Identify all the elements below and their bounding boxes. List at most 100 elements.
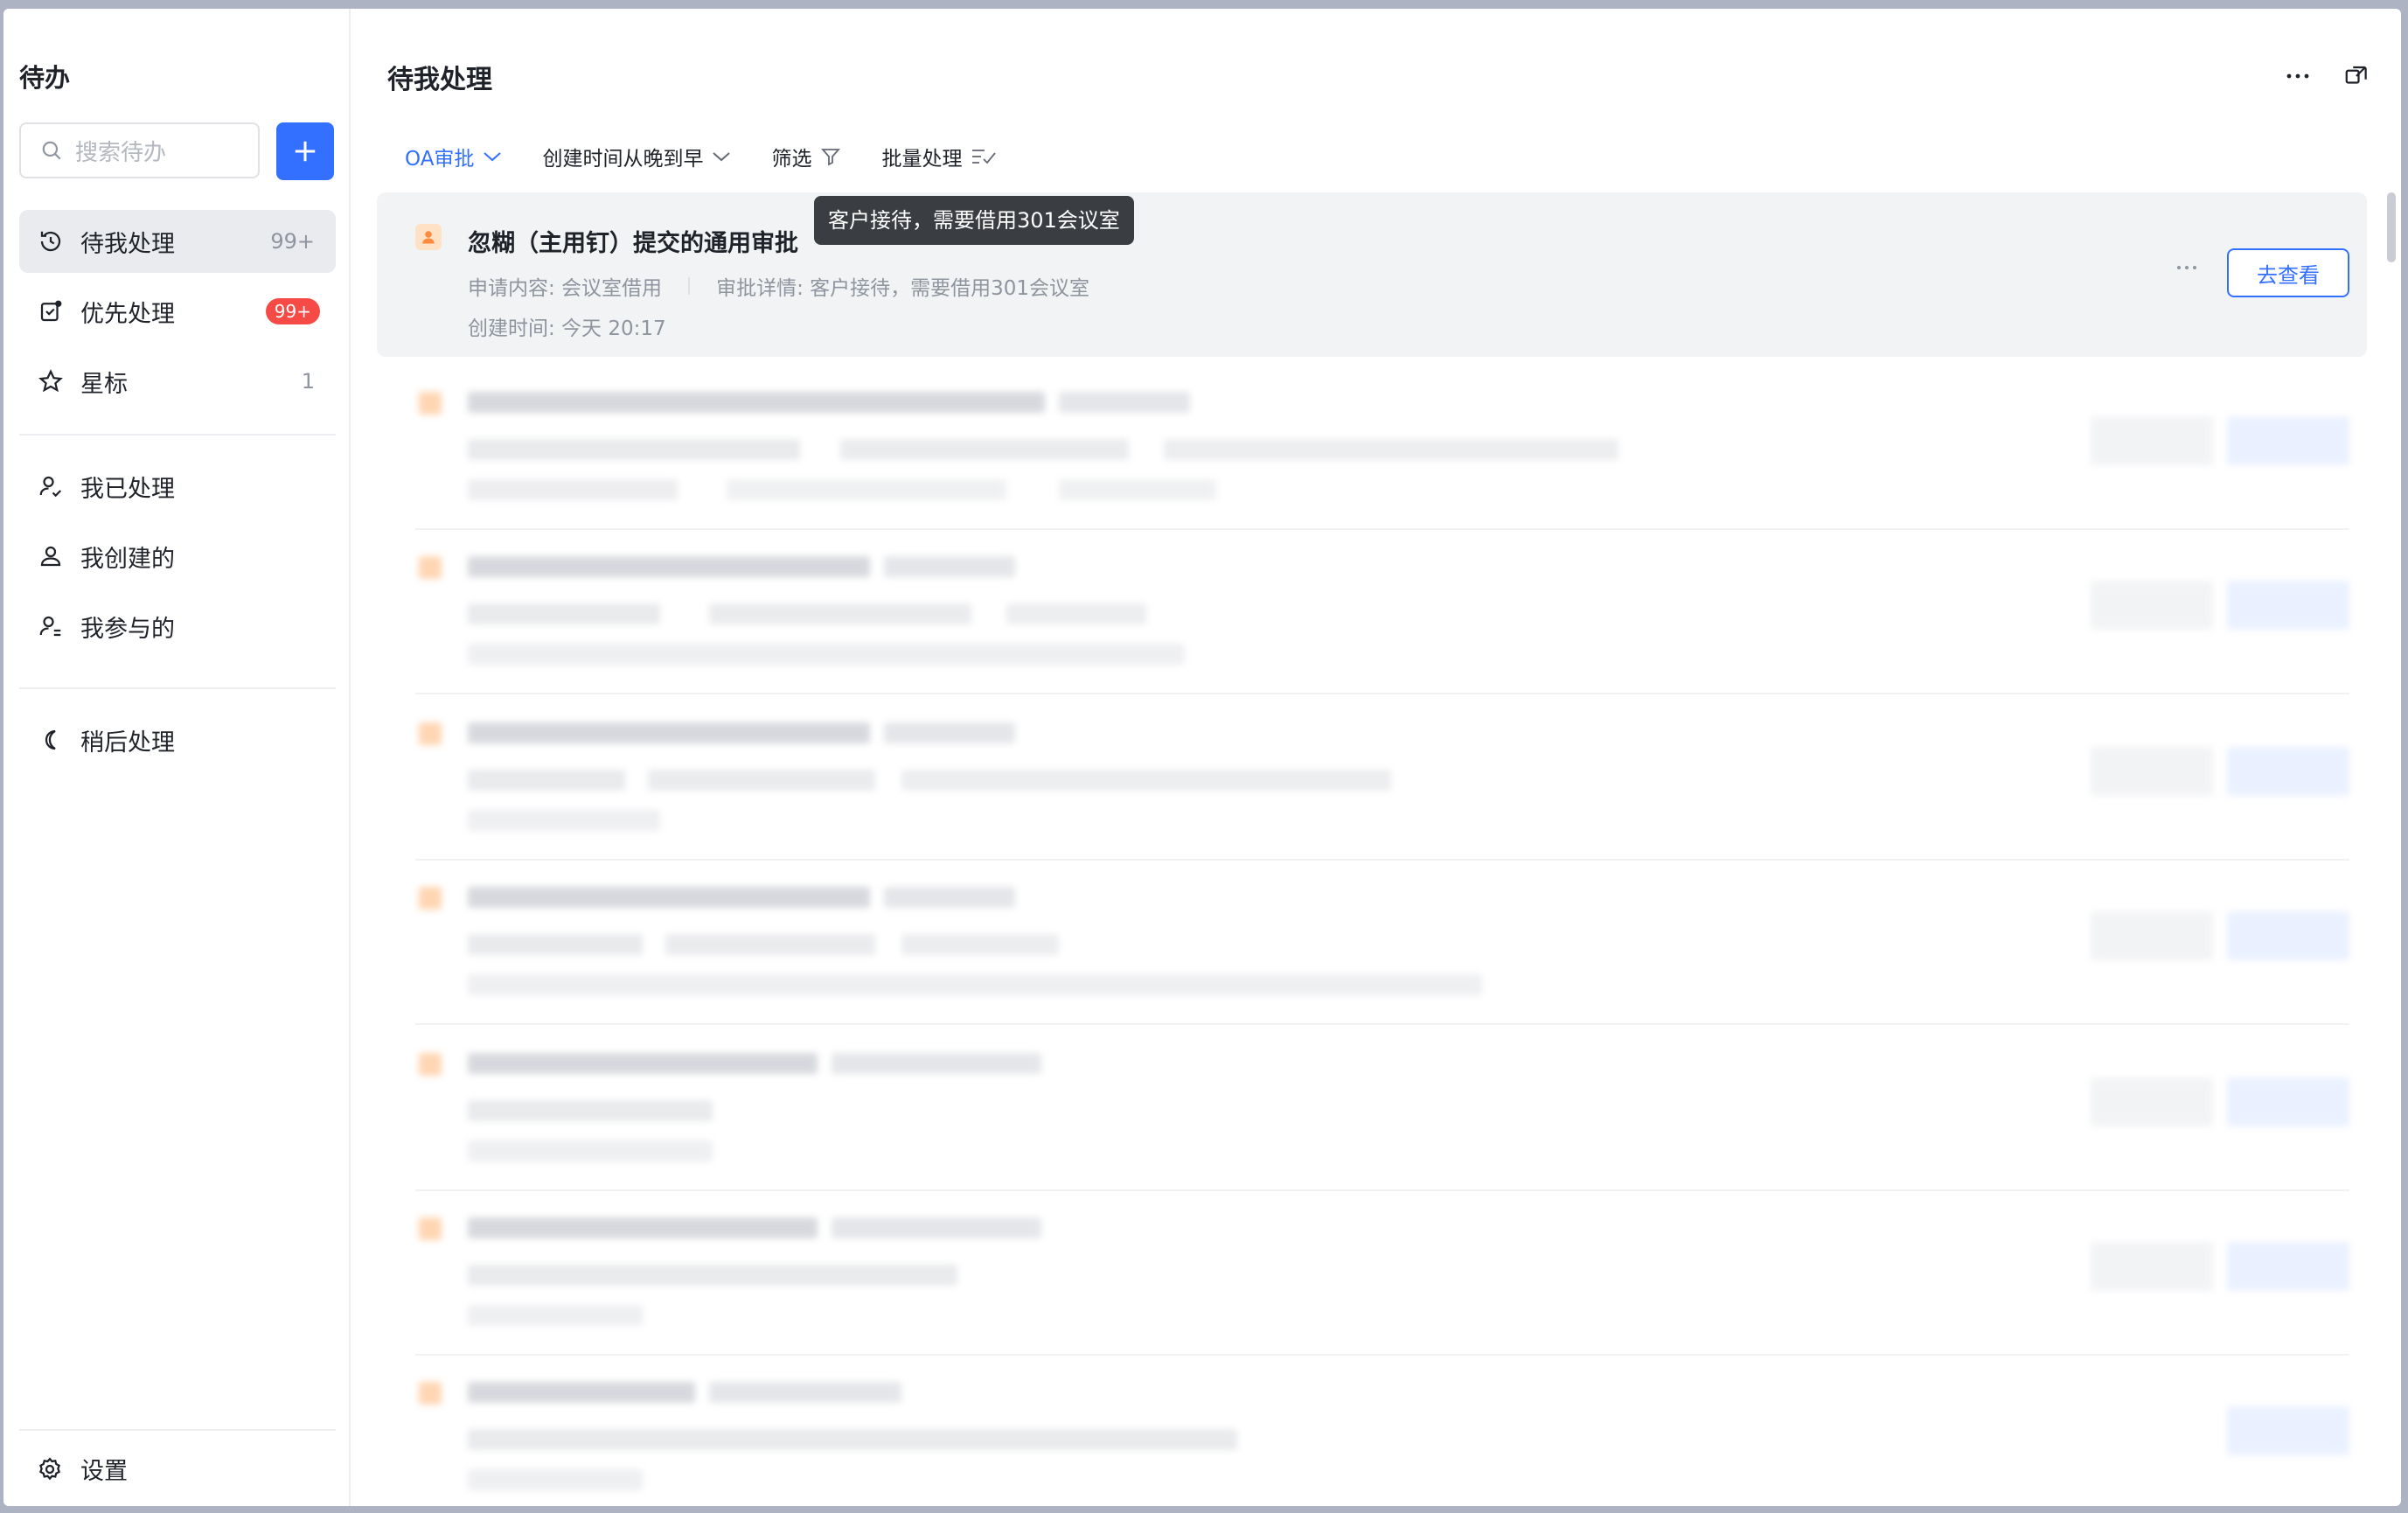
card-more-icon[interactable] <box>2176 264 2197 271</box>
blurred-action <box>2091 416 2213 465</box>
star-icon <box>35 366 66 397</box>
sort-dropdown[interactable]: 创建时间从晚到早 <box>542 142 731 171</box>
blurred-text <box>709 1382 901 1403</box>
blurred-text <box>468 1217 818 1238</box>
avatar-icon <box>419 392 442 415</box>
avatar-icon <box>419 1053 442 1076</box>
sidebar-item-participated[interactable]: 我参与的 <box>19 595 336 658</box>
todo-card-blurred[interactable] <box>377 1027 2367 1191</box>
avatar-icon <box>419 722 442 745</box>
blurred-content <box>377 530 2367 694</box>
todo-window: 待办 搜索待办 待我处理 99+ 优先处理 99+ 星标 1 我已处理 我创建的… <box>3 9 2401 1506</box>
more-icon[interactable] <box>2286 72 2310 80</box>
todo-card-blurred[interactable] <box>377 366 2367 530</box>
blurred-view-button <box>2227 911 2349 960</box>
blurred-action <box>2091 747 2213 796</box>
user-icon <box>35 540 66 572</box>
moon-icon <box>35 724 66 756</box>
page-title: 待我处理 <box>387 65 492 95</box>
sort-label: 创建时间从晚到早 <box>542 148 704 171</box>
blurred-text <box>468 603 660 624</box>
card-detail: 审批详情: 客户接待，需要借用301会议室 <box>716 277 1090 300</box>
filter-button[interactable]: 筛选 <box>771 142 841 171</box>
sidebar-item-starred[interactable]: 星标 1 <box>19 350 336 413</box>
view-button[interactable]: 去查看 <box>2227 248 2349 297</box>
todo-card[interactable]: 忽糊（主用钉）提交的通用审批 申请内容: 会议室借用 审批详情: 客户接待，需要… <box>377 192 2367 357</box>
sidebar-divider <box>19 434 336 436</box>
blurred-text <box>832 1053 1041 1074</box>
batch-check-icon <box>972 150 997 164</box>
todo-card-blurred[interactable] <box>377 530 2367 694</box>
popout-window-icon[interactable] <box>2343 63 2370 89</box>
gear-icon <box>38 1456 61 1480</box>
blurred-content <box>377 861 2367 1025</box>
blurred-content <box>377 1027 2367 1191</box>
blurred-text <box>648 770 875 791</box>
sidebar-item-label: 优先处理 <box>80 300 175 328</box>
filter-type-dropdown[interactable]: OA审批 <box>405 142 502 171</box>
blurred-content <box>377 366 2367 530</box>
row-divider <box>415 1023 2349 1025</box>
blurred-view-button <box>2227 581 2349 630</box>
todo-card-blurred[interactable] <box>377 861 2367 1025</box>
blurred-view-button <box>2227 1406 2349 1455</box>
search-icon <box>42 141 61 160</box>
batch-label: 批量处理 <box>881 148 963 171</box>
add-todo-button[interactable] <box>276 122 334 180</box>
batch-process-button[interactable]: 批量处理 <box>881 142 997 171</box>
sidebar-item-pending[interactable]: 待我处理 99+ <box>19 210 336 273</box>
blurred-text <box>727 479 1006 500</box>
priority-check-icon <box>35 296 66 327</box>
row-divider <box>415 693 2349 694</box>
todo-card-blurred[interactable] <box>377 1191 2367 1356</box>
blurred-text <box>884 722 1015 743</box>
window-actions <box>2286 63 2370 89</box>
sidebar-item-created[interactable]: 我创建的 <box>19 525 336 588</box>
blurred-text <box>468 1100 713 1121</box>
blurred-text <box>665 934 875 955</box>
blurred-text <box>709 603 971 624</box>
plus-icon <box>295 141 316 162</box>
blurred-text <box>468 1429 1237 1450</box>
blurred-text <box>468 770 625 791</box>
separator <box>688 277 691 295</box>
blurred-text <box>468 934 643 955</box>
blurred-text <box>884 887 1015 908</box>
blurred-text <box>468 479 678 500</box>
main-panel: 待我处理 OA审批 创建时间从晚到早 筛选 批量处理 忽糊（主用钉）提交的通用审… <box>352 9 2401 1506</box>
blurred-text <box>468 392 1045 413</box>
detail-tooltip: 客户接待，需要借用301会议室 <box>814 196 1134 245</box>
blurred-text <box>468 887 870 908</box>
blurred-action <box>2091 581 2213 630</box>
count-label: 99+ <box>270 229 315 254</box>
clock-icon <box>35 226 66 257</box>
sidebar-item-label: 稍后处理 <box>80 729 175 756</box>
sidebar-item-label: 待我处理 <box>80 230 175 258</box>
blurred-text <box>468 1140 713 1161</box>
blurred-text <box>901 934 1059 955</box>
blurred-view-button <box>2227 747 2349 796</box>
sidebar-item-priority[interactable]: 优先处理 99+ <box>19 280 336 343</box>
todo-card-blurred[interactable] <box>377 1356 2367 1506</box>
sidebar-divider <box>19 687 336 689</box>
search-input[interactable]: 搜索待办 <box>19 122 260 178</box>
blurred-text <box>468 1305 643 1326</box>
todo-card-blurred[interactable] <box>377 696 2367 861</box>
blurred-text <box>884 556 1015 577</box>
filter-label: 筛选 <box>771 148 812 171</box>
user-check-icon <box>35 471 66 502</box>
settings-button[interactable]: 设置 <box>37 1452 128 1486</box>
search-placeholder: 搜索待办 <box>75 139 167 166</box>
blurred-text <box>468 1265 957 1286</box>
blurred-text <box>468 1053 818 1074</box>
blurred-content <box>377 1191 2367 1356</box>
blurred-content <box>377 1356 2367 1506</box>
scrollbar[interactable] <box>2387 192 2396 262</box>
sidebar-item-later[interactable]: 稍后处理 <box>19 708 336 771</box>
blurred-text <box>1059 392 1190 413</box>
avatar-icon <box>419 1217 442 1240</box>
blurred-text <box>468 974 1482 995</box>
blurred-text <box>468 644 1185 665</box>
card-summary: 申请内容: 会议室借用 审批详情: 客户接待，需要借用301会议室 <box>468 271 1089 301</box>
sidebar-item-done[interactable]: 我已处理 <box>19 455 336 518</box>
